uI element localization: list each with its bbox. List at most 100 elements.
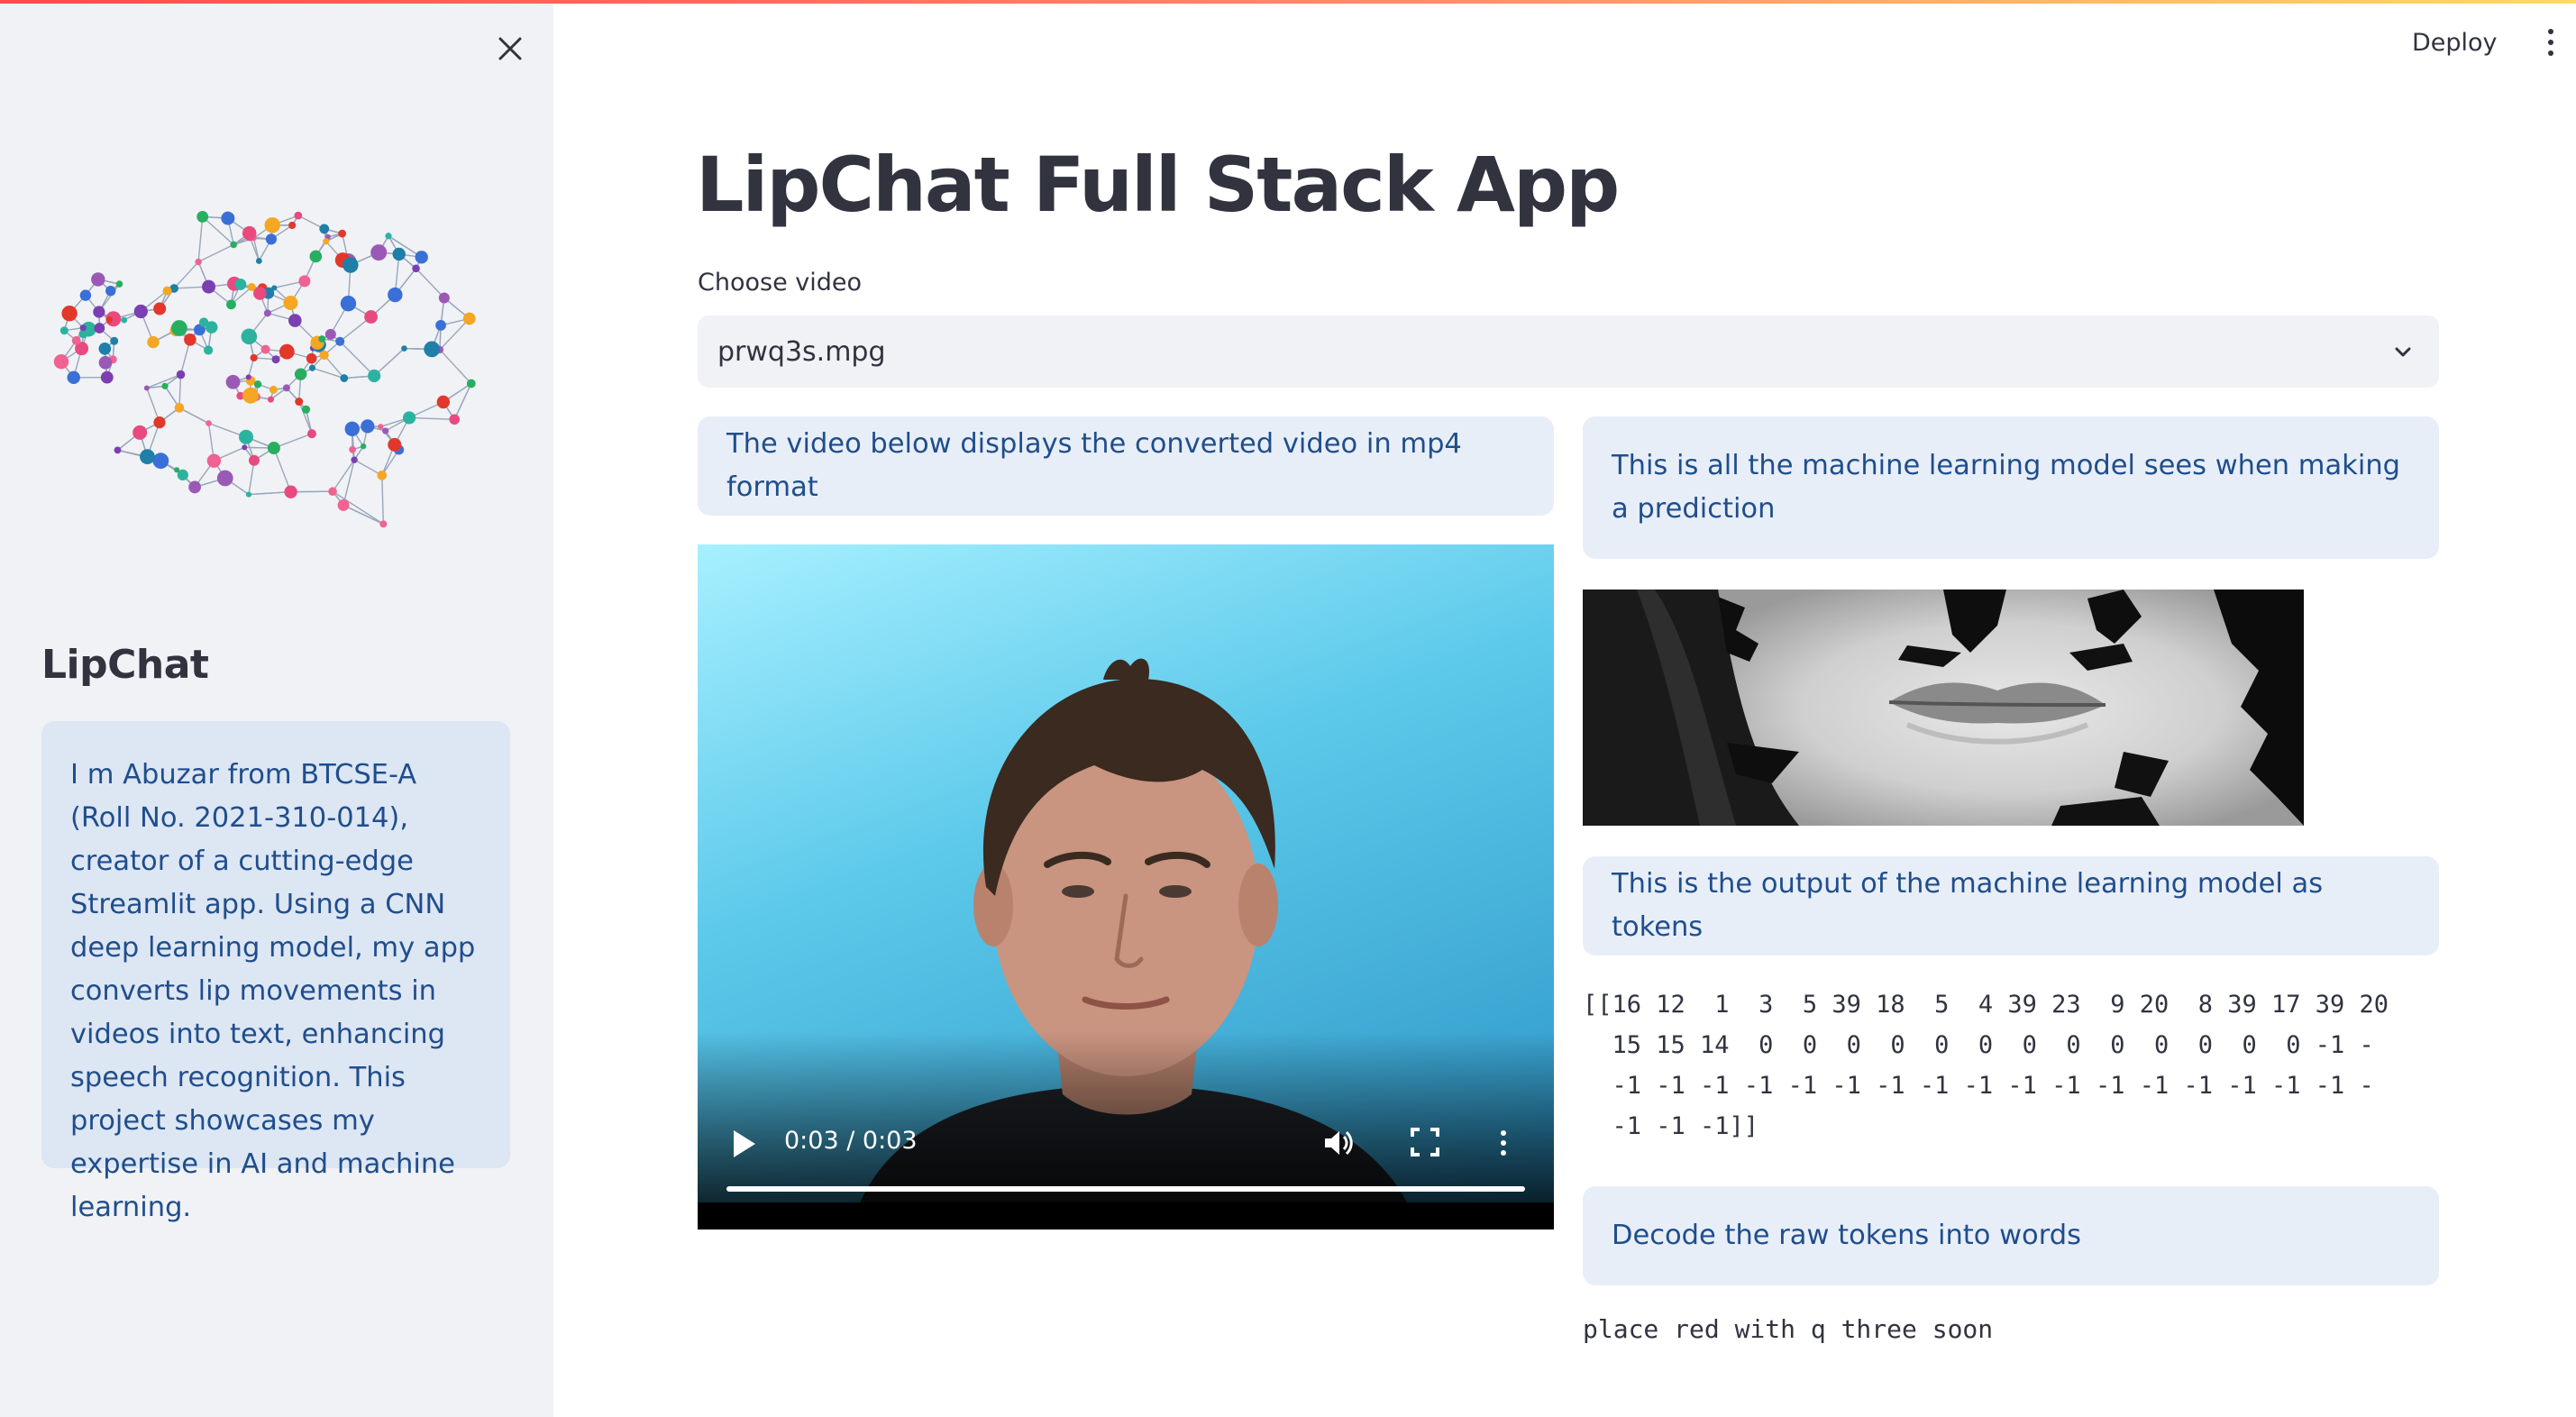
brain-node [424, 341, 441, 358]
brain-node [110, 336, 119, 345]
brain-node [242, 387, 259, 404]
close-icon [498, 37, 522, 60]
brain-node [245, 233, 254, 242]
brain-edge [173, 261, 199, 289]
brain-node [338, 229, 347, 238]
video-player[interactable]: 0:03 / 0:03 [698, 544, 1554, 1230]
brain-node [170, 320, 187, 336]
brain-node [100, 370, 114, 384]
decoded-output: place red with q three soon [1583, 1314, 1994, 1344]
brain-node [466, 379, 476, 389]
main-menu-button[interactable] [2535, 22, 2567, 63]
brain-node [133, 304, 148, 319]
brain-node [283, 296, 298, 311]
video-progress-bar[interactable] [726, 1186, 1525, 1192]
menu-dot [1501, 1150, 1506, 1156]
brain-node [379, 520, 388, 528]
brain-node [121, 316, 128, 324]
brain-edge [197, 243, 234, 263]
brain-node [361, 419, 375, 434]
brain-node [241, 328, 258, 345]
brain-node [271, 355, 280, 364]
video-select-value: prwq3s.mpg [717, 335, 886, 368]
brain-node [61, 306, 78, 322]
brain-node [349, 445, 356, 453]
brain-node [221, 211, 235, 225]
brain-edge [343, 459, 355, 506]
chevron-down-icon [2395, 347, 2411, 357]
brain-node [245, 491, 252, 498]
brain-node [143, 385, 150, 391]
brain-node [284, 485, 297, 498]
menu-dot [2548, 29, 2553, 34]
brain-node [253, 380, 262, 389]
menu-dot [1501, 1130, 1506, 1136]
deploy-button[interactable]: Deploy [2412, 22, 2498, 63]
brain-node [306, 429, 316, 439]
brain-node [288, 314, 302, 327]
brain-node [162, 286, 172, 296]
brain-node [415, 251, 428, 264]
brain-edge [381, 475, 385, 525]
brain-node [115, 280, 123, 288]
brain-node [263, 309, 271, 317]
brain-node [323, 238, 330, 245]
brain-node [319, 224, 330, 234]
brain-node [153, 416, 166, 429]
volume-icon[interactable] [1320, 1125, 1356, 1161]
sidebar: LipChat I m Abuzar from BTCSE-A (Roll No… [0, 0, 553, 1417]
top-accent-bar [0, 0, 2576, 4]
sidebar-close-button[interactable] [487, 25, 534, 72]
video-more-options-icon[interactable] [1494, 1125, 1512, 1161]
fullscreen-icon[interactable] [1410, 1127, 1440, 1157]
brain-node [225, 374, 241, 389]
brain-node [306, 352, 317, 364]
video-info-alert: The video below displays the converted v… [698, 416, 1554, 516]
brain-edge [409, 416, 455, 421]
brain-node [318, 335, 326, 343]
brain-node [67, 370, 80, 385]
brain-node [248, 454, 260, 466]
video-select[interactable]: prwq3s.mpg [698, 315, 2439, 388]
brain-node [279, 343, 295, 360]
menu-dot [2548, 40, 2553, 45]
brain-node [188, 480, 201, 494]
brain-node [230, 241, 238, 249]
brain-node [335, 336, 345, 346]
brain-node [79, 325, 87, 332]
play-icon[interactable] [730, 1129, 757, 1159]
brain-node [385, 233, 392, 240]
brain-node [340, 296, 357, 312]
brain-node [242, 444, 248, 451]
brain-node [105, 315, 114, 324]
brain-edge [339, 341, 375, 377]
brain-node [435, 320, 446, 331]
video-select-label: Choose video [698, 269, 863, 297]
sidebar-info-box: I m Abuzar from BTCSE-A (Roll No. 2021-3… [41, 721, 510, 1223]
brain-node [216, 470, 233, 487]
decode-info-text: Decode the raw tokens into words [1612, 1220, 2081, 1251]
brain-node [288, 221, 297, 230]
brain-node [294, 368, 307, 380]
brain-node [114, 446, 122, 454]
menu-dot [2548, 50, 2553, 56]
brain-edge [178, 407, 209, 425]
brain-node [412, 264, 420, 273]
brain-edge [178, 374, 182, 408]
brain-node [294, 211, 303, 220]
brain-node [269, 385, 278, 394]
brain-node [264, 217, 280, 233]
model-input-info-alert: This is all the machine learning model s… [1583, 416, 2439, 559]
brain-node [392, 247, 406, 261]
brain-node [93, 306, 105, 318]
brain-node [147, 335, 160, 349]
brain-node [204, 345, 214, 355]
model-input-frame-image [1583, 590, 2304, 826]
brain-node [378, 424, 384, 430]
brain-node [255, 258, 262, 264]
brain-edge [439, 349, 472, 384]
brain-edge [416, 268, 445, 298]
brain-node [53, 354, 69, 370]
tokens-info-text: This is the output of the machine learni… [1612, 868, 2324, 943]
brain-node [267, 442, 280, 455]
